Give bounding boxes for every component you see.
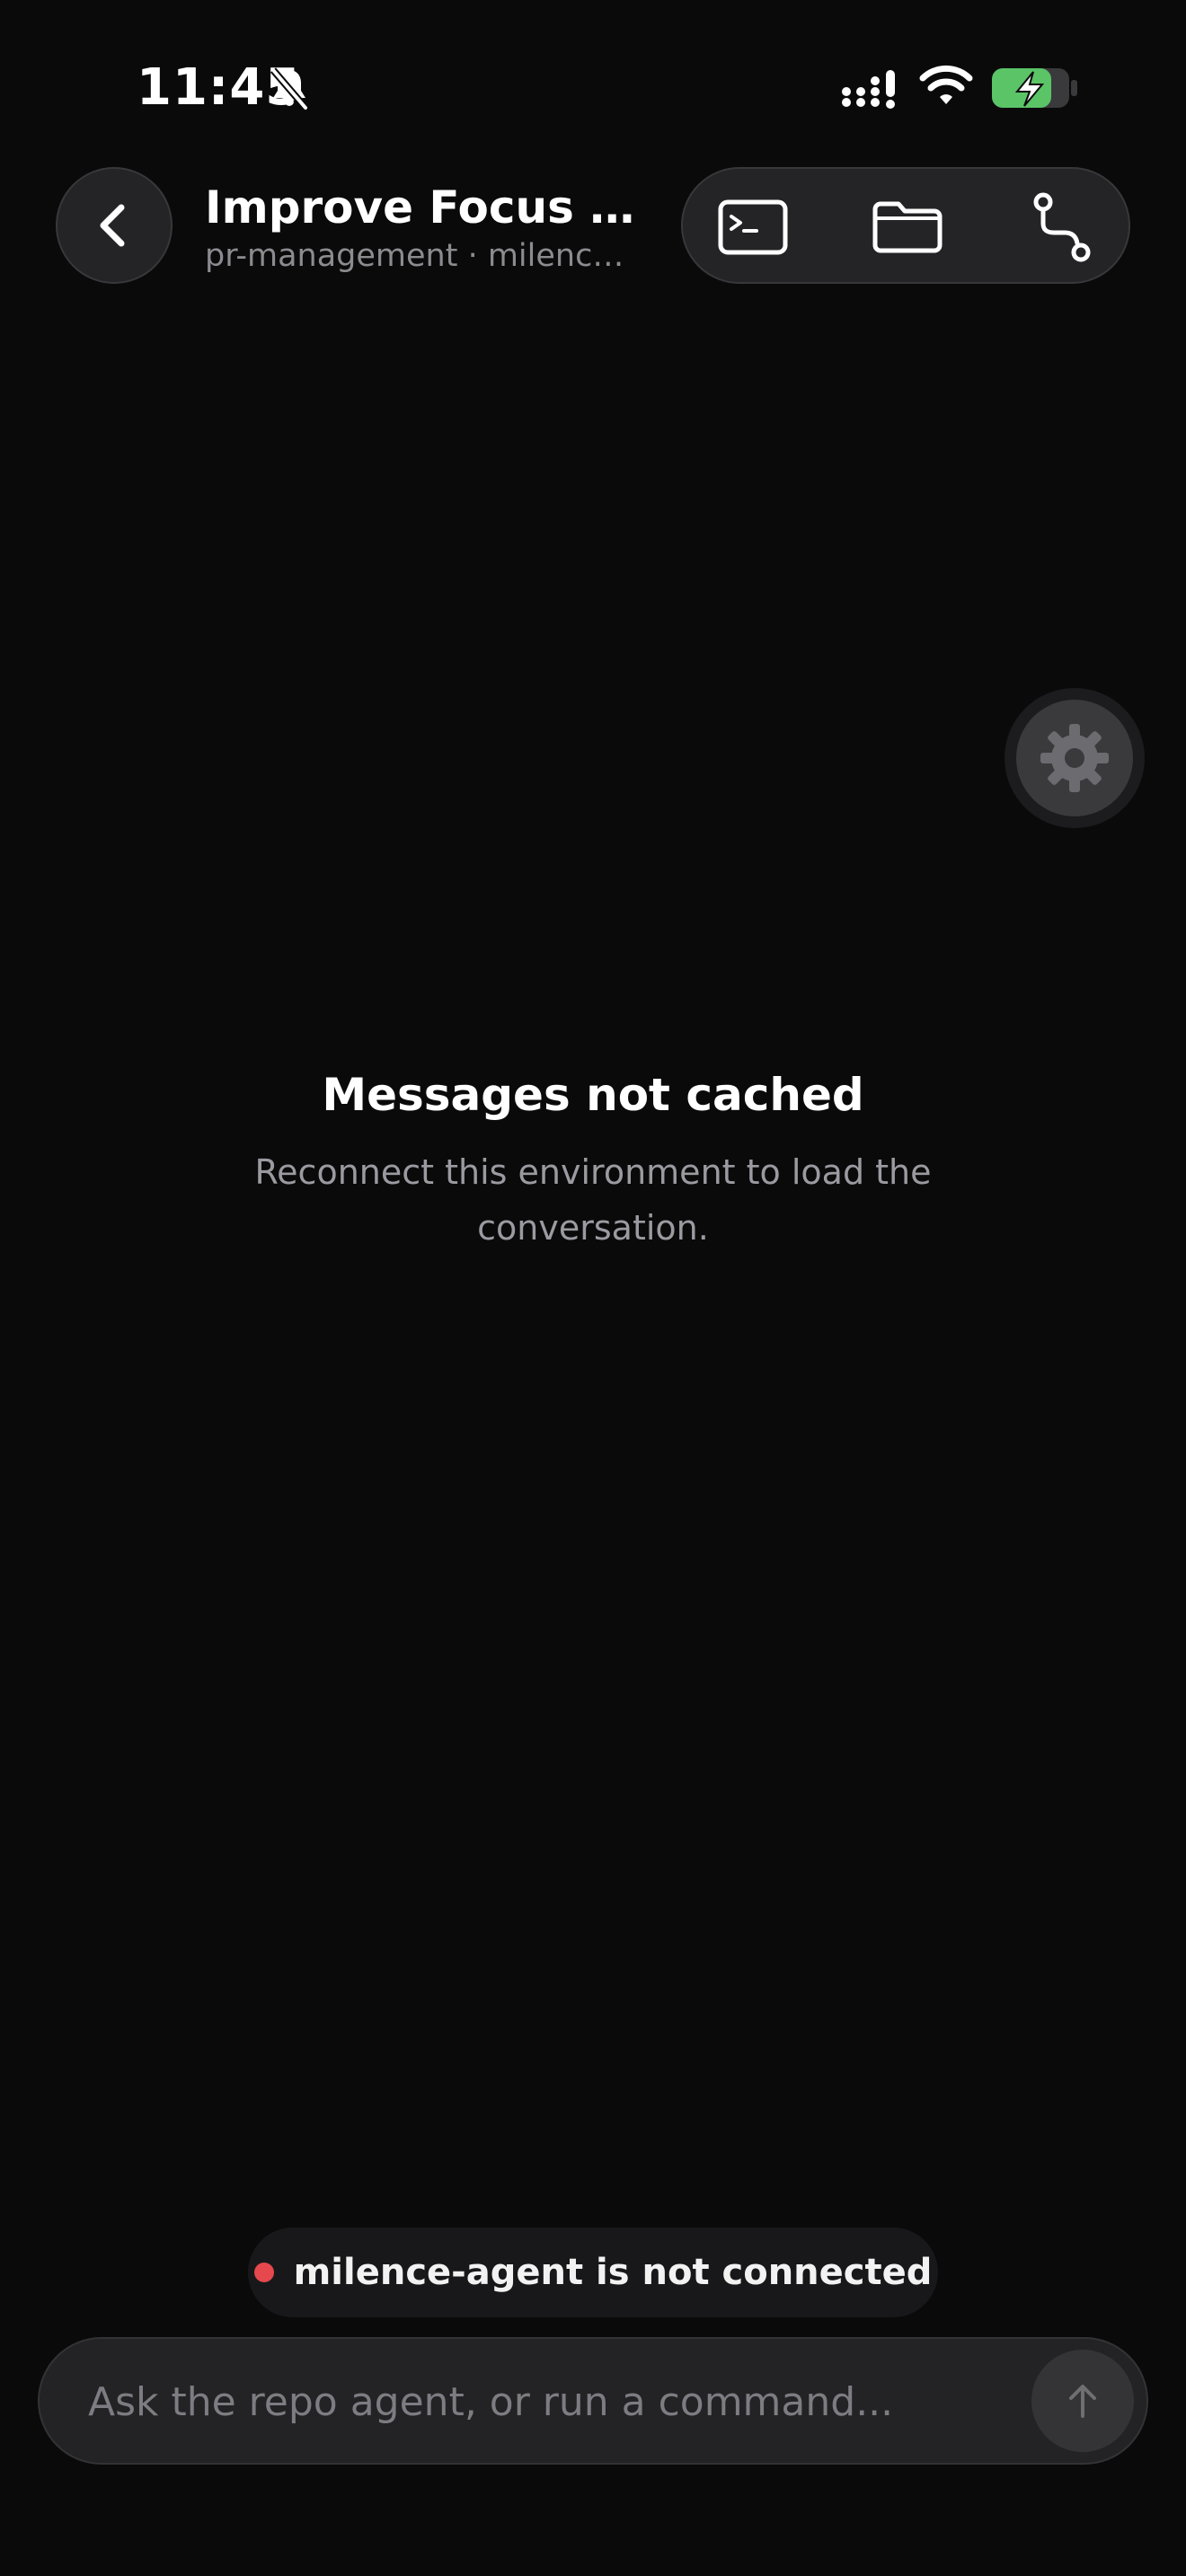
- chevron-left-icon: [100, 204, 125, 247]
- cellular-signal-icon: [842, 70, 895, 109]
- terminal-icon: [718, 199, 788, 255]
- send-button[interactable]: [1031, 2350, 1134, 2452]
- settings-button-inner: [1016, 700, 1133, 816]
- branch-icon: [1033, 192, 1091, 262]
- page-title: Improve Focus an...: [205, 181, 654, 234]
- folder-icon: [872, 201, 943, 253]
- composer: [38, 2337, 1148, 2465]
- toolbar-pill: [681, 167, 1130, 284]
- back-button[interactable]: [56, 167, 173, 284]
- empty-state-title: Messages not cached: [322, 1069, 864, 1121]
- connection-status-text: milence-agent is not connected: [293, 2252, 933, 2293]
- arrow-up-icon: [1069, 2385, 1096, 2418]
- connection-status-badge: milence-agent is not connected: [248, 2228, 938, 2317]
- empty-state-body: Reconnect this environment to load the c…: [254, 1152, 932, 1248]
- status-dot: [253, 2263, 274, 2282]
- folder-button[interactable]: [863, 182, 952, 272]
- page-subtitle: pr-management · milence-...: [205, 238, 640, 274]
- battery-charging-icon: [992, 68, 1077, 108]
- settings-button[interactable]: [1005, 688, 1145, 828]
- wifi-icon: [919, 65, 973, 104]
- gear-icon: [1040, 724, 1109, 792]
- bell-slash-icon: [270, 67, 309, 110]
- message-input[interactable]: [86, 2339, 988, 2465]
- branch-button[interactable]: [1017, 182, 1107, 272]
- terminal-button[interactable]: [708, 182, 798, 272]
